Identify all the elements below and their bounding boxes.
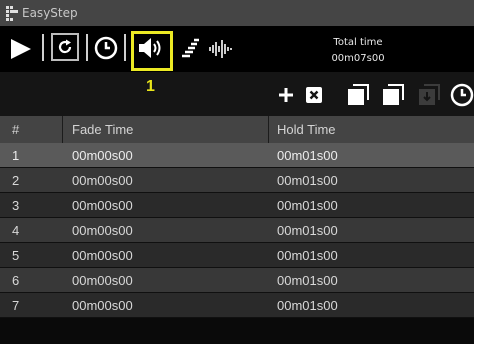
row-number: 5	[12, 248, 20, 263]
clock-icon[interactable]	[450, 83, 474, 107]
hold-time-cell[interactable]: 00m01s00	[277, 273, 338, 288]
separator	[124, 34, 126, 61]
loop-icon	[58, 39, 72, 54]
paste-icon[interactable]	[382, 84, 404, 106]
hold-time-cell[interactable]: 00m01s00	[277, 148, 338, 163]
column-divider	[268, 116, 269, 143]
plus-icon[interactable]	[278, 87, 294, 103]
fade-time-cell[interactable]: 00m00s00	[72, 173, 133, 188]
play-icon[interactable]	[10, 38, 32, 60]
fade-bars-icon[interactable]	[178, 38, 200, 60]
hold-time-cell[interactable]: 00m01s00	[277, 198, 338, 213]
column-header-fade-time[interactable]: Fade Time	[72, 122, 133, 137]
hold-time-cell[interactable]: 00m01s00	[277, 248, 338, 263]
fade-time-cell[interactable]: 00m00s00	[72, 298, 133, 313]
step-toolbar: 1	[0, 72, 474, 116]
waveform-icon[interactable]	[208, 38, 234, 60]
table-row[interactable]: 2 00m00s00 00m01s00	[0, 168, 474, 193]
separator	[86, 34, 88, 61]
total-time-value: 00m07s00	[331, 53, 385, 64]
separator	[42, 34, 44, 61]
table-row[interactable]: 1 00m00s00 00m01s00	[0, 143, 474, 168]
steps-table: 1 00m00s00 00m01s00 2 00m00s00 00m01s00 …	[0, 143, 474, 318]
title-bar: EasyStep	[0, 0, 474, 26]
insert-icon[interactable]	[418, 84, 440, 106]
row-number: 2	[12, 173, 20, 188]
loop-button[interactable]	[51, 33, 79, 61]
easystep-window: EasyStep Total time 00m07s00 1 # Fade Ti…	[0, 0, 474, 344]
fade-time-cell[interactable]: 00m00s00	[72, 148, 133, 163]
copy-icon[interactable]	[347, 84, 369, 106]
table-row[interactable]: 7 00m00s00 00m01s00	[0, 293, 474, 318]
transport-bar: Total time 00m07s00	[0, 26, 474, 72]
row-number: 3	[12, 198, 20, 213]
column-divider	[62, 116, 63, 143]
fade-time-cell[interactable]: 00m00s00	[72, 223, 133, 238]
row-number: 1	[12, 148, 20, 163]
callout-number: 1	[146, 78, 155, 95]
fade-time-cell[interactable]: 00m00s00	[72, 273, 133, 288]
highlight-box	[131, 31, 173, 71]
hold-time-cell[interactable]: 00m01s00	[277, 173, 338, 188]
hold-time-cell[interactable]: 00m01s00	[277, 298, 338, 313]
table-header: # Fade Time Hold Time	[0, 116, 474, 143]
window-title: EasyStep	[22, 6, 78, 20]
row-number: 7	[12, 298, 20, 313]
column-header-hold-time[interactable]: Hold Time	[277, 122, 336, 137]
total-time-label: Total time	[333, 37, 383, 48]
fade-time-cell[interactable]: 00m00s00	[72, 198, 133, 213]
table-row[interactable]: 3 00m00s00 00m01s00	[0, 193, 474, 218]
delete-icon[interactable]	[306, 87, 322, 103]
hold-time-cell[interactable]: 00m01s00	[277, 223, 338, 238]
column-header-number[interactable]: #	[12, 122, 19, 137]
app-logo-icon	[6, 6, 18, 21]
clock-icon[interactable]	[94, 36, 118, 60]
fade-time-cell[interactable]: 00m00s00	[72, 248, 133, 263]
table-row[interactable]: 6 00m00s00 00m01s00	[0, 268, 474, 293]
row-number: 6	[12, 273, 20, 288]
table-row[interactable]: 4 00m00s00 00m01s00	[0, 218, 474, 243]
row-number: 4	[12, 223, 20, 238]
table-row[interactable]: 5 00m00s00 00m01s00	[0, 243, 474, 268]
